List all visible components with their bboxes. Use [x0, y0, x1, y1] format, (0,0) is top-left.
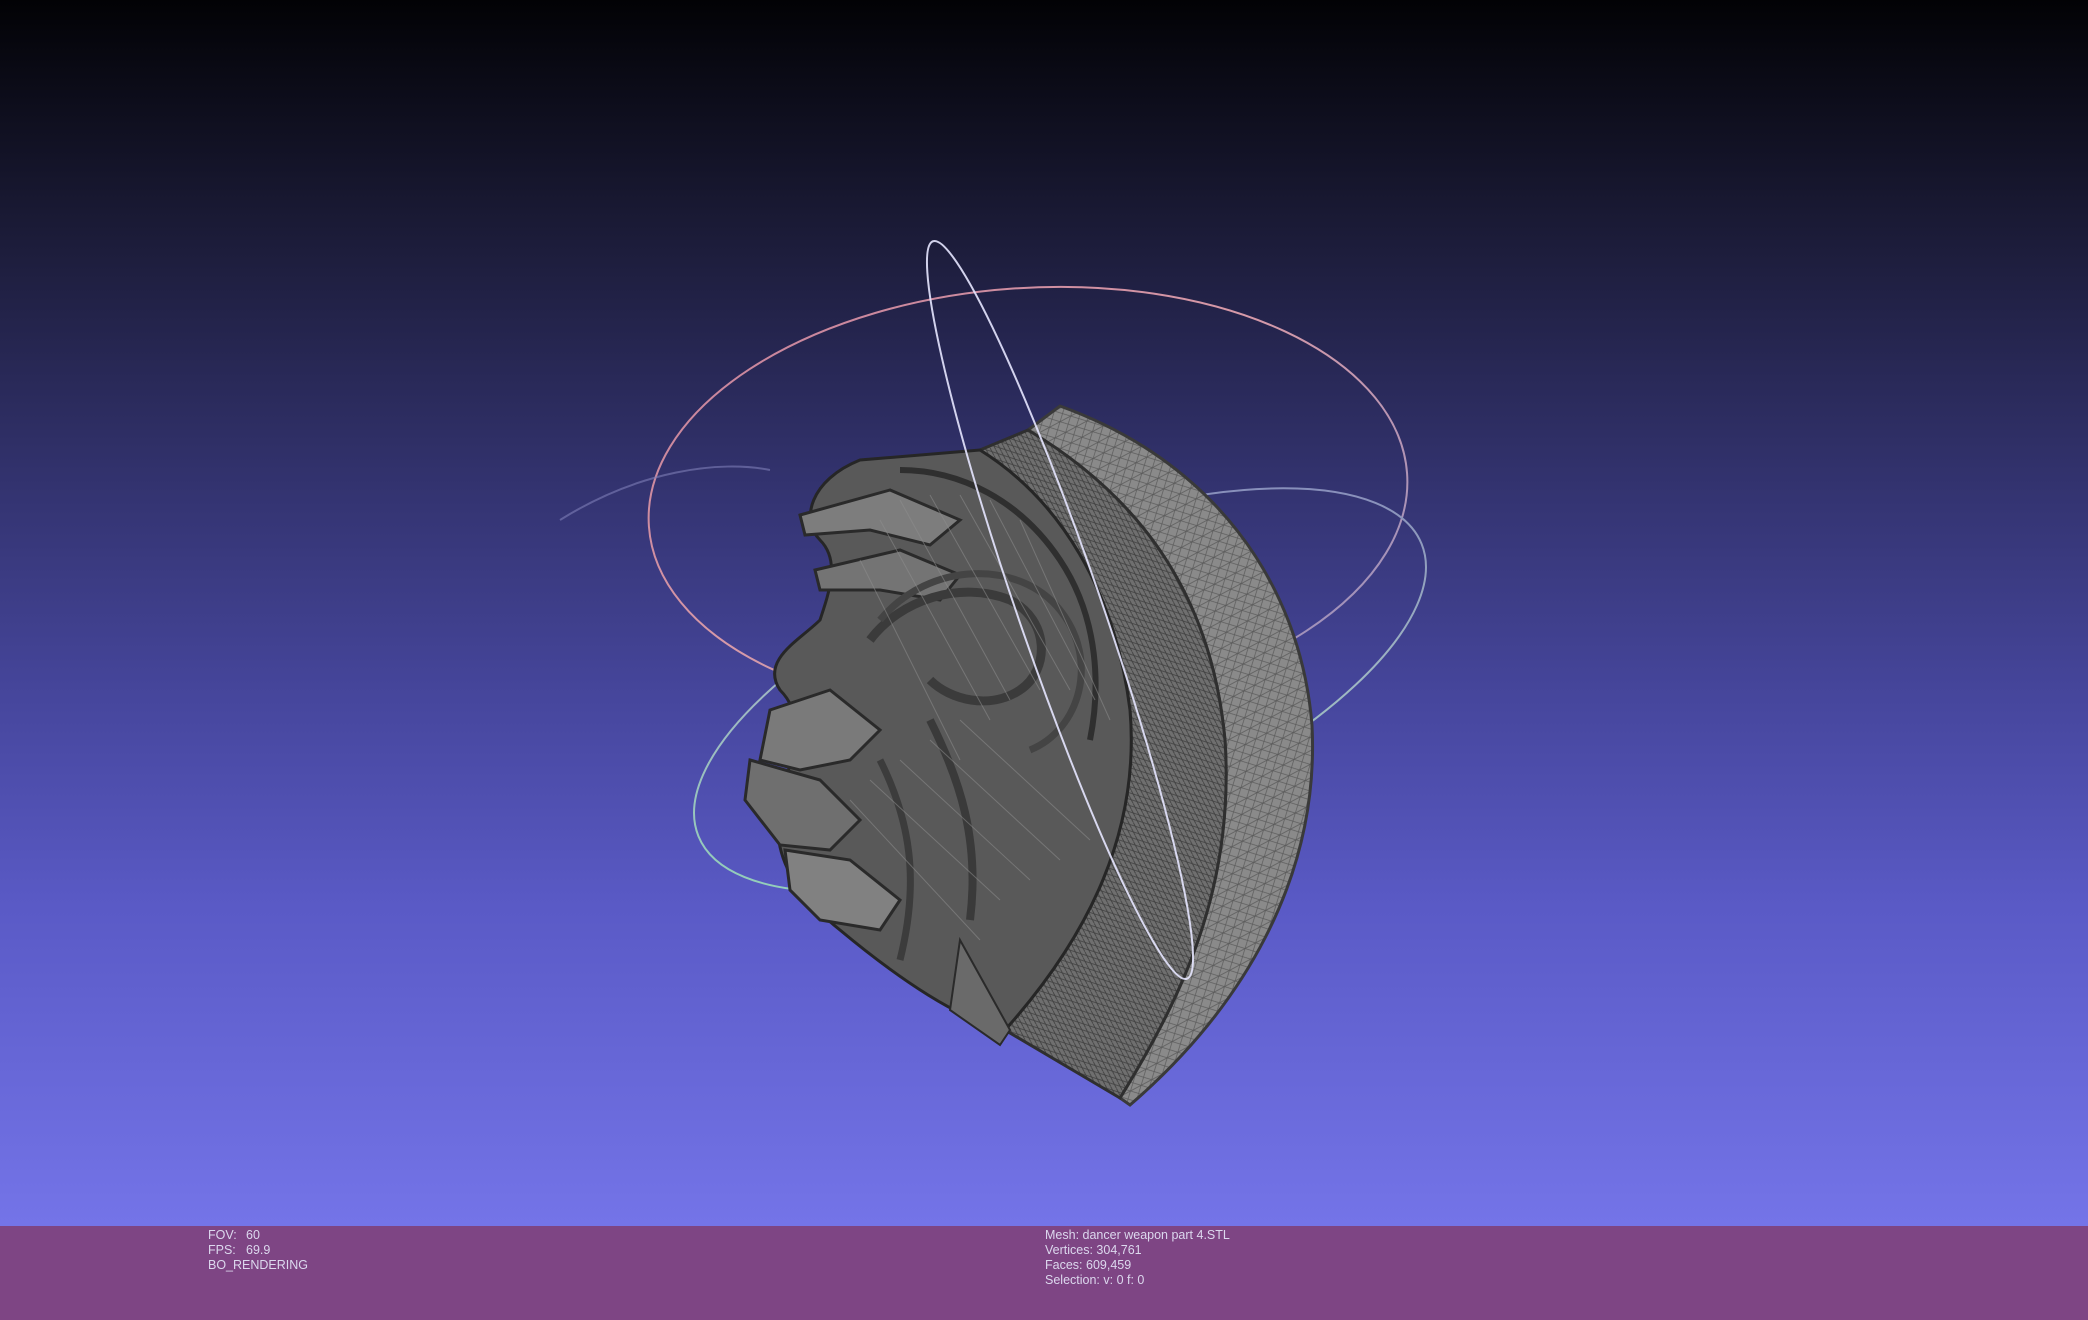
vertices-value: 304,761	[1096, 1243, 1142, 1257]
selection-label: Selection:	[1045, 1273, 1100, 1287]
vertices-row: Vertices: 304,761	[1045, 1243, 1230, 1258]
mesh-row: Mesh: dancer weapon part 4.STL	[1045, 1228, 1230, 1243]
render-info-panel: FOV: 60 FPS: 69.9 BO_RENDERING	[208, 1228, 308, 1273]
fps-label: FPS:	[208, 1243, 236, 1257]
vertices-label: Vertices:	[1045, 1243, 1093, 1257]
fov-row: FOV: 60	[208, 1228, 308, 1243]
mesh-scene[interactable]	[0, 0, 2088, 1226]
mesh-info-panel: Mesh: dancer weapon part 4.STL Vertices:…	[1045, 1228, 1230, 1288]
fov-label: FOV:	[208, 1228, 237, 1242]
faces-row: Faces: 609,459	[1045, 1258, 1230, 1273]
3d-viewport[interactable]	[0, 0, 2088, 1226]
status-info-bar	[0, 1226, 2088, 1320]
mesh-name: dancer weapon part 4.STL	[1082, 1228, 1230, 1242]
selection-row: Selection: v: 0 f: 0	[1045, 1273, 1230, 1288]
faces-value: 609,459	[1086, 1258, 1132, 1272]
selection-value: v: 0 f: 0	[1103, 1273, 1145, 1287]
render-mode: BO_RENDERING	[208, 1258, 309, 1272]
faces-label: Faces:	[1045, 1258, 1083, 1272]
mesh-label: Mesh:	[1045, 1228, 1080, 1242]
fps-row: FPS: 69.9	[208, 1243, 308, 1258]
fps-value: 69.9	[246, 1243, 271, 1257]
fov-value: 60	[246, 1228, 260, 1242]
mesh-model[interactable]	[743, 404, 1315, 1107]
